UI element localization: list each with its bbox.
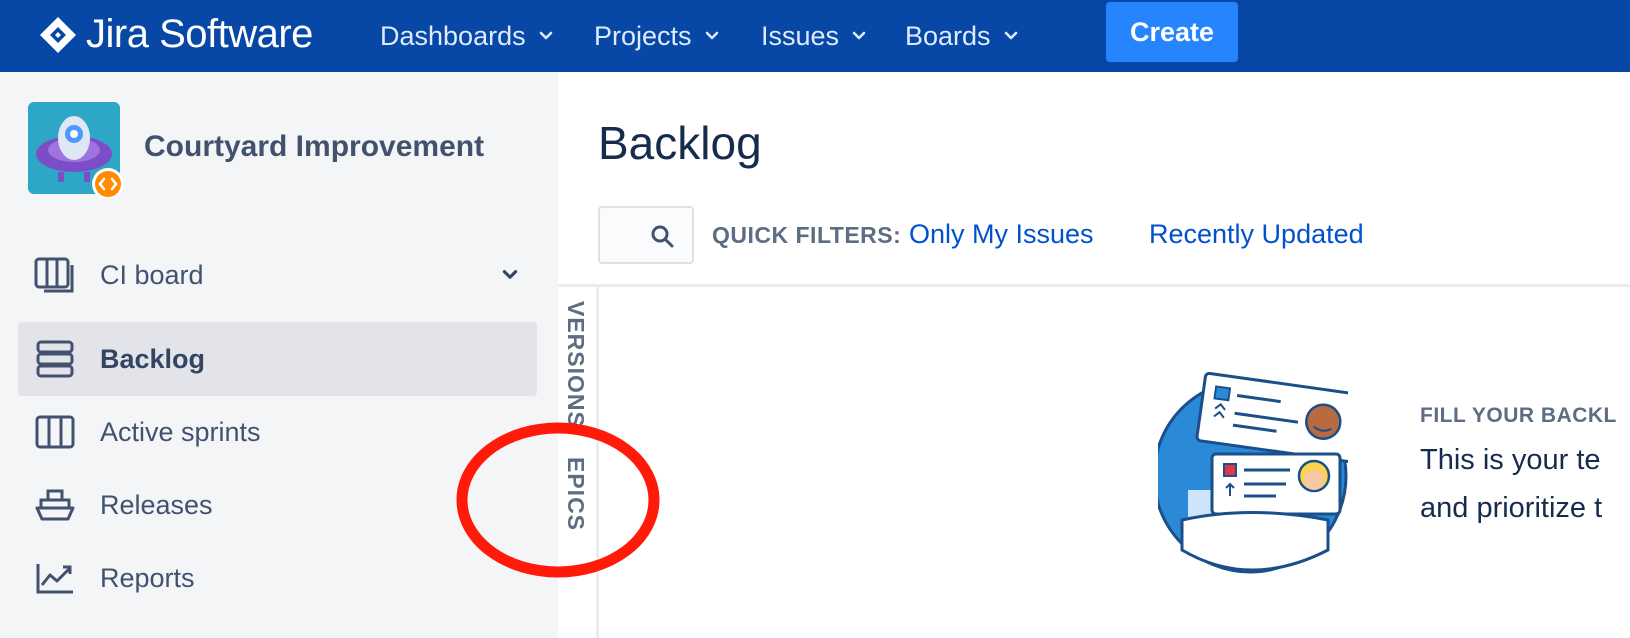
side-panel-tabs: VERSIONS EPICS <box>558 287 599 638</box>
chevron-down-icon <box>852 31 866 40</box>
search-icon <box>651 225 674 248</box>
chevron-down-icon <box>502 270 518 279</box>
chevron-down-icon <box>539 31 552 40</box>
tab-versions[interactable]: VERSIONS <box>562 301 589 428</box>
empty-backlog-illustration <box>1158 371 1348 574</box>
ship-icon <box>34 484 76 526</box>
nav-projects-label: Projects <box>594 20 692 51</box>
sidebar-item-reports[interactable]: Reports <box>18 541 537 615</box>
search-input[interactable] <box>598 206 694 264</box>
sidebar-item-label: Reports <box>100 562 195 593</box>
divider <box>596 287 599 638</box>
chevron-down-icon <box>705 31 718 40</box>
empty-state-heading: FILL YOUR BACKL <box>1420 404 1617 427</box>
tab-epics[interactable]: EPICS <box>562 457 589 531</box>
divider <box>558 284 1630 287</box>
app-name: Jira Software <box>86 12 313 56</box>
empty-state-text: and prioritize t <box>1420 492 1603 524</box>
sidebar-item-active-sprints[interactable]: Active sprints <box>18 395 537 469</box>
backlog-icon <box>34 338 76 380</box>
sprints-icon <box>34 411 76 453</box>
filter-recently-updated[interactable]: Recently Updated <box>1149 219 1364 250</box>
jira-diamond-icon <box>40 16 76 53</box>
board-icon <box>34 254 76 296</box>
page-title: Backlog <box>598 117 762 169</box>
nav-dashboards-label: Dashboards <box>380 20 526 51</box>
chart-icon <box>34 557 76 599</box>
nav-dashboards[interactable]: Dashboards <box>380 0 554 72</box>
nav-issues[interactable]: Issues <box>761 0 867 72</box>
project-sidebar: Courtyard Improvement CI board Backlog A… <box>0 72 558 638</box>
nav-boards-label: Boards <box>905 20 991 51</box>
filter-only-my-issues[interactable]: Only My Issues <box>909 219 1094 250</box>
project-name[interactable]: Courtyard Improvement <box>144 130 484 164</box>
nav-projects[interactable]: Projects <box>594 0 720 72</box>
board-name: CI board <box>100 259 204 290</box>
nav-issues-label: Issues <box>761 20 840 51</box>
empty-state-text: This is your te <box>1420 444 1601 476</box>
create-button[interactable]: Create <box>1106 2 1238 62</box>
sidebar-item-label: Active sprints <box>100 416 261 447</box>
nav-boards[interactable]: Boards <box>905 0 1019 72</box>
jira-logo[interactable]: Jira Software <box>38 12 313 57</box>
chevron-down-icon <box>1004 31 1017 40</box>
quick-filters-label: QUICK FILTERS: <box>712 222 902 248</box>
project-avatar[interactable] <box>28 102 124 198</box>
backlog-main: Backlog QUICK FILTERS: Only My Issues Re… <box>558 72 1630 638</box>
sidebar-item-releases[interactable]: Releases <box>18 468 537 542</box>
top-navigation: Jira Software Dashboards Projects Issues… <box>0 0 1630 72</box>
sidebar-item-backlog[interactable]: Backlog <box>18 322 537 396</box>
sidebar-item-label: Backlog <box>100 343 206 374</box>
board-selector[interactable]: CI board <box>18 238 537 312</box>
sidebar-item-label: Releases <box>100 489 213 520</box>
